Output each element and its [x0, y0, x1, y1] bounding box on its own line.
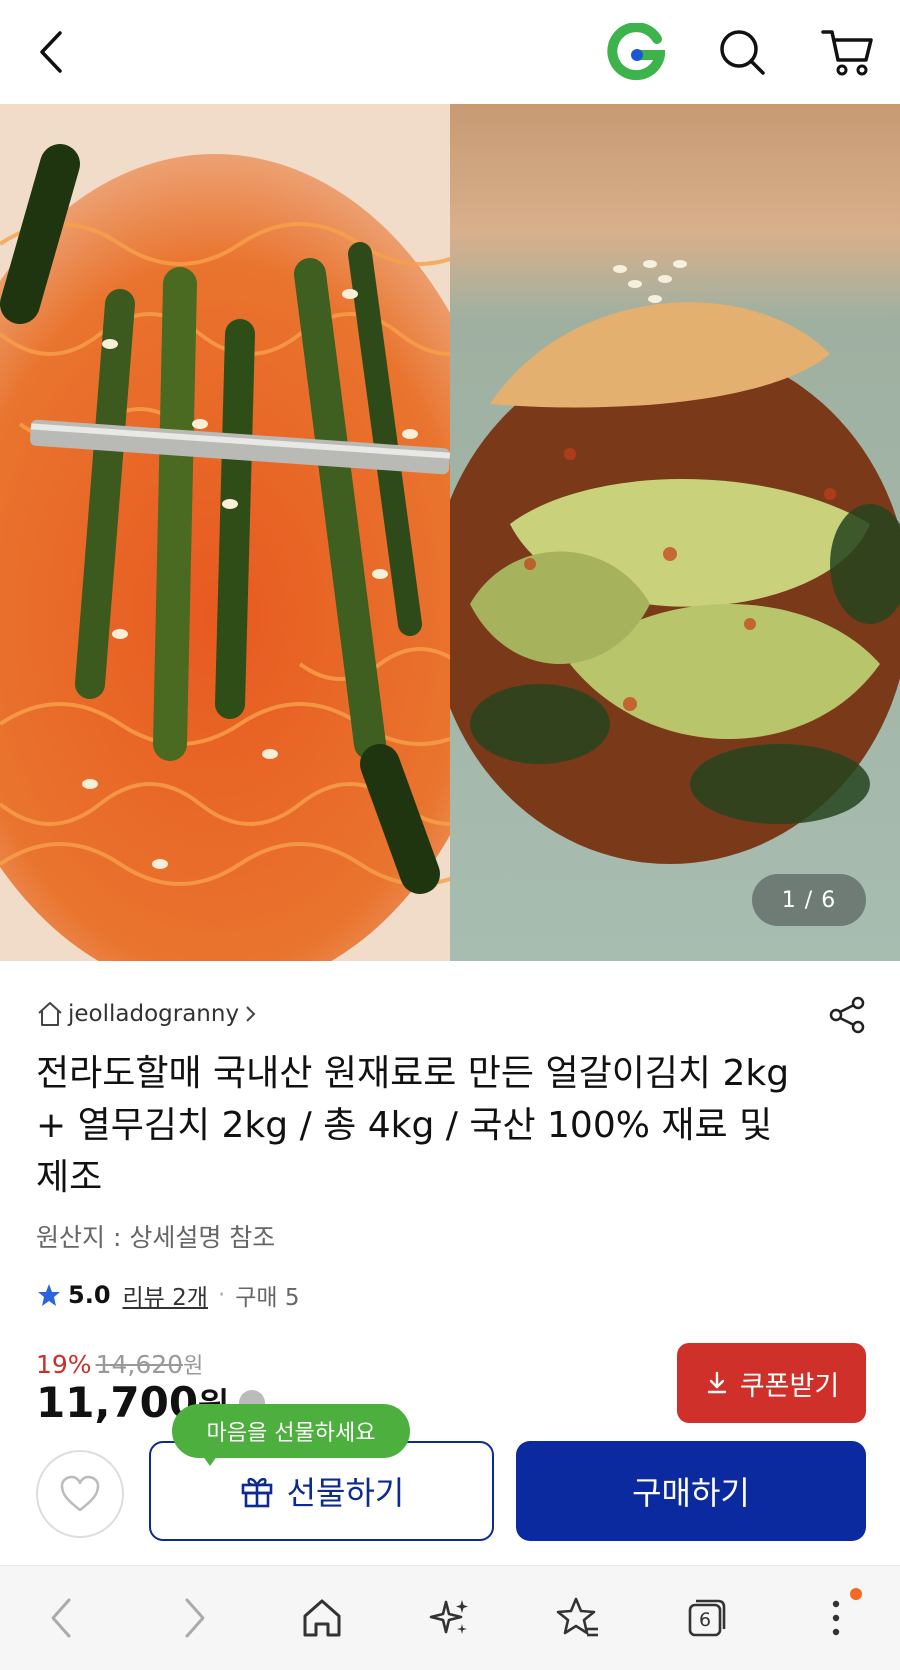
coupon-label: 쿠폰받기	[739, 1370, 840, 1402]
original-price-unit: 원	[183, 1354, 204, 1379]
star-icon	[38, 1284, 60, 1306]
product-title: 전라도할매 국내산 원재료로 만든 얼갈이김치 2kg + 열무김치 2kg /…	[36, 1053, 790, 1198]
wishlist-button[interactable]	[36, 1450, 124, 1538]
browser-menu-button[interactable]	[806, 1588, 866, 1648]
gift-icon	[241, 1477, 272, 1508]
chevron-left-icon	[40, 31, 62, 73]
seller-link[interactable]: jeolladogranny	[36, 994, 259, 1034]
origin-info: 원산지 : 상세설명 참조	[36, 1223, 276, 1252]
browser-toolbar: 6	[0, 1565, 900, 1670]
browser-home-button[interactable]	[292, 1588, 352, 1648]
browser-tabs-button[interactable]: 6	[676, 1588, 736, 1648]
search-icon	[720, 30, 765, 75]
image-counter: 1 / 6	[752, 874, 866, 926]
share-icon	[829, 996, 865, 1034]
gmarket-logo-icon	[607, 23, 665, 81]
sparkle-icon	[429, 1600, 468, 1634]
separator-dot: ·	[217, 1282, 226, 1308]
top-header	[0, 0, 900, 104]
discount-row: 19% 14,620 원	[36, 1348, 203, 1380]
rating-row: 5.0 리뷰 2개 · 구매 5	[36, 1276, 300, 1314]
browser-back-button[interactable]	[32, 1588, 92, 1648]
coupon-button[interactable]: 쿠폰받기	[677, 1343, 866, 1423]
chevron-right-icon	[246, 1006, 256, 1022]
arrow-right-icon	[185, 1598, 205, 1638]
notification-dot	[850, 1588, 862, 1600]
product-image-cabbage-kimchi	[450, 104, 900, 961]
gift-label: 선물하기	[286, 1474, 405, 1512]
seller-name: jeolladogranny	[68, 1001, 240, 1027]
cart-button[interactable]	[818, 22, 878, 82]
discount-percent: 19%	[36, 1350, 92, 1379]
browser-bookmarks-button[interactable]	[548, 1588, 608, 1648]
product-image-noodles	[0, 104, 450, 961]
browser-ai-button[interactable]	[420, 1588, 480, 1648]
purchase-count: 구매 5	[235, 1285, 300, 1311]
product-image-gallery[interactable]: 1 / 6	[0, 104, 900, 961]
review-link[interactable]: 리뷰 2개	[123, 1278, 208, 1312]
gift-tooltip-tail	[200, 1452, 220, 1466]
original-price: 14,620	[95, 1350, 184, 1379]
tab-count: 6	[698, 1609, 712, 1631]
home-icon	[303, 1599, 341, 1637]
home-icon	[38, 1002, 62, 1026]
heart-icon	[60, 1475, 100, 1512]
browser-forward-button[interactable]	[164, 1588, 224, 1648]
share-button[interactable]	[824, 992, 870, 1038]
star-list-icon	[556, 1597, 598, 1637]
arrow-left-icon	[51, 1598, 71, 1638]
purchase-action-bar: 선물하기 구매하기	[0, 1423, 900, 1565]
download-icon	[707, 1371, 727, 1394]
rating-score: 5.0	[68, 1281, 111, 1309]
back-button[interactable]	[22, 22, 82, 82]
gift-tooltip: 마음을 선물하세요	[172, 1404, 410, 1458]
gmarket-logo-button[interactable]	[606, 22, 666, 82]
search-button[interactable]	[712, 22, 772, 82]
buy-button[interactable]: 구매하기	[516, 1441, 866, 1541]
more-vertical-icon	[832, 1600, 840, 1636]
cart-icon	[821, 30, 873, 76]
